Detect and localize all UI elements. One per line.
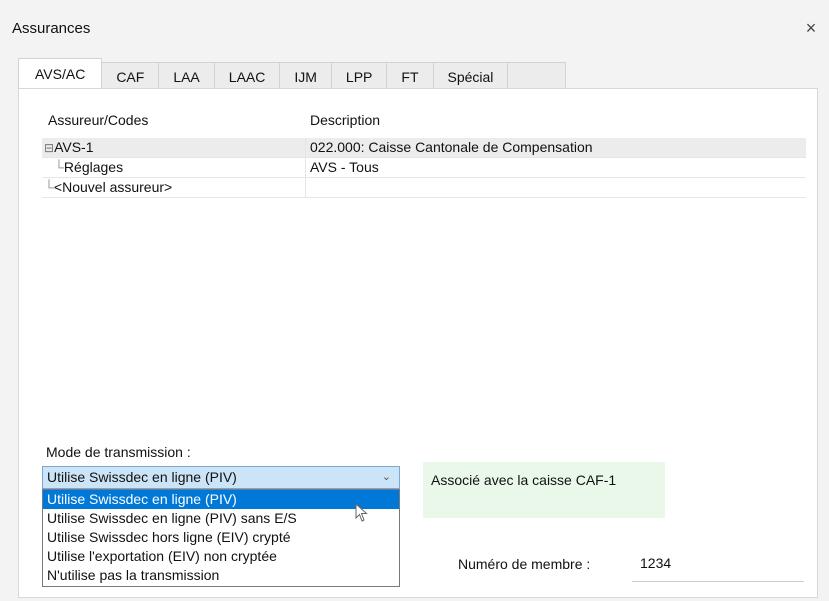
tab-laa[interactable]: LAA [159, 62, 215, 90]
tab-ft[interactable]: FT [387, 62, 434, 90]
option-no-transmission[interactable]: N'utilise pas la transmission [43, 566, 399, 585]
tab-ijm[interactable]: IJM [280, 62, 332, 90]
row-code: Réglages [63, 159, 124, 175]
row-code: AVS-1 [54, 139, 94, 155]
tree-connector-icon: └ [54, 159, 64, 175]
tab-bar-filler [508, 62, 566, 90]
row-description: AVS - Tous [310, 159, 379, 175]
tab-avs-ac[interactable]: AVS/AC [18, 58, 103, 90]
window-title: Assurances [12, 20, 91, 37]
tree-connector-icon: └ [44, 179, 54, 195]
mouse-cursor-icon [355, 503, 368, 522]
collapse-icon[interactable]: ⊟ [44, 141, 54, 155]
header-description[interactable]: Description [310, 112, 380, 128]
option-piv-sans-es[interactable]: Utilise Swissdec en ligne (PIV) sans E/S [43, 509, 399, 528]
option-eiv-crypte[interactable]: Utilise Swissdec hors ligne (EIV) crypté [43, 528, 399, 547]
option-piv[interactable]: Utilise Swissdec en ligne (PIV) [43, 490, 399, 509]
header-assureur[interactable]: Assureur/Codes [48, 112, 148, 128]
transmission-mode-label: Mode de transmission : [46, 444, 191, 460]
title-bar: Assurances × [0, 0, 829, 56]
tab-bar: AVS/AC CAF LAA LAAC IJM LPP FT Spécial [18, 58, 566, 90]
member-number-value: 1234 [640, 555, 672, 571]
transmission-mode-select[interactable]: Utilise Swissdec en ligne (PIV) ⌄ [42, 466, 400, 489]
tree-header: Assureur/Codes Description [42, 106, 806, 134]
insurer-tree[interactable]: Assureur/Codes Description ⊟AVS-1 022.00… [42, 106, 806, 436]
option-eiv-non-cryptee[interactable]: Utilise l'exportation (EIV) non cryptée [43, 547, 399, 566]
association-text: Associé avec la caisse CAF-1 [431, 472, 617, 488]
association-info-panel: Associé avec la caisse CAF-1 [423, 462, 665, 518]
tree-row-avs1[interactable]: ⊟AVS-1 022.000: Caisse Cantonale de Comp… [42, 138, 806, 158]
tab-special[interactable]: Spécial [433, 62, 509, 90]
chevron-down-icon[interactable]: ⌄ [382, 470, 391, 483]
selected-value: Utilise Swissdec en ligne (PIV) [47, 469, 237, 485]
row-code: <Nouvel assureur> [53, 179, 173, 195]
row-description: 022.000: Caisse Cantonale de Compensatio… [310, 139, 593, 155]
tree-row-reglages[interactable]: └Réglages AVS - Tous [42, 158, 806, 178]
member-number-field[interactable]: 1234 [632, 548, 804, 582]
close-icon[interactable]: × [799, 16, 823, 40]
tab-laac[interactable]: LAAC [214, 62, 281, 90]
tab-lpp[interactable]: LPP [331, 62, 388, 90]
tab-caf[interactable]: CAF [102, 62, 160, 90]
tree-row-nouvel-assureur[interactable]: └<Nouvel assureur> [42, 178, 806, 198]
transmission-mode-dropdown: Utilise Swissdec en ligne (PIV) Utilise … [42, 489, 400, 587]
member-number-label: Numéro de membre : [458, 556, 591, 572]
